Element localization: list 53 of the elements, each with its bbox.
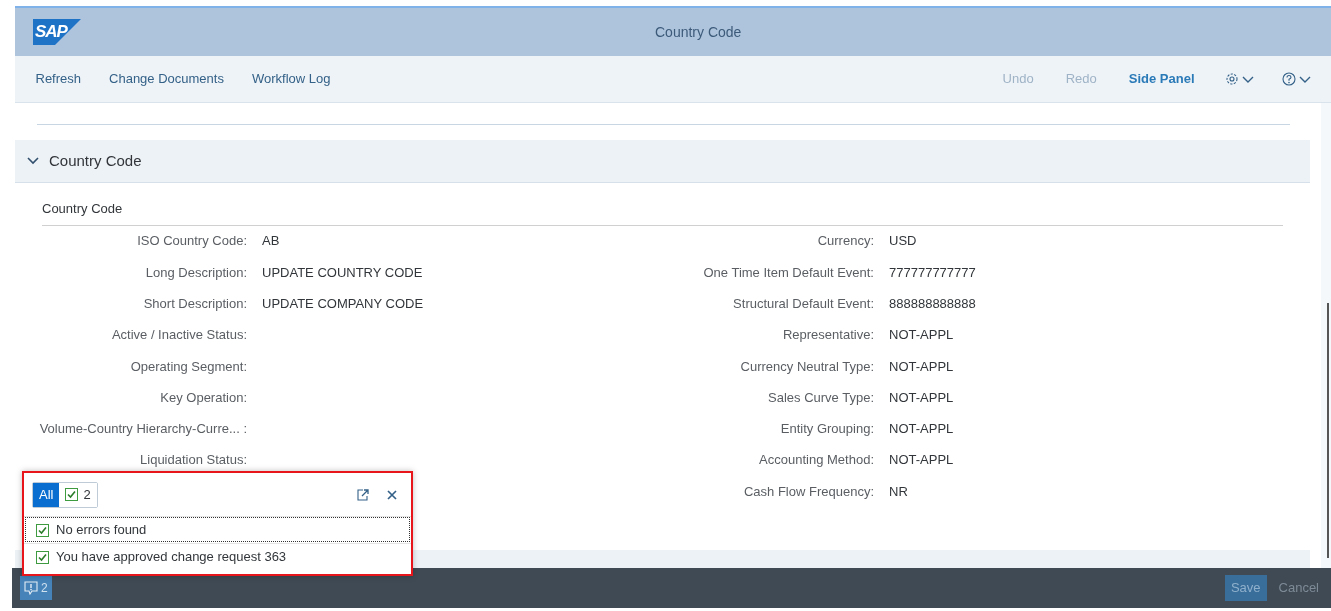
close-icon — [386, 489, 398, 502]
field-label: Volume-Country Hierarchy-Curre... : — [38, 420, 248, 439]
section-toggle[interactable]: Country Code — [27, 149, 142, 173]
field-label: ISO Country Code: — [136, 232, 248, 251]
field-label: Cash Flow Frequency: — [742, 482, 875, 501]
sap-logo: SAP — [33, 19, 81, 45]
field-label: Sales Curve Type: — [767, 388, 875, 407]
field-value: NOT-APPL — [889, 357, 954, 376]
toolbar-button[interactable]: Side Panel — [1112, 65, 1211, 93]
shell-title: Country Code — [655, 22, 742, 42]
message-item[interactable]: You have approved change request 363 — [24, 543, 411, 570]
message-item[interactable]: No errors found — [24, 516, 411, 543]
field-value: UPDATE COUNTRY CODE — [262, 263, 423, 282]
chevron-down-icon — [27, 156, 39, 166]
field-label: Currency: — [816, 232, 875, 251]
toolbar-button[interactable]: Refresh — [21, 65, 96, 93]
field-label: Accounting Method: — [758, 451, 875, 470]
field-value: NOT-APPL — [889, 451, 954, 470]
success-check-icon — [36, 550, 49, 564]
field-value: UPDATE COMPANY CODE — [262, 295, 424, 313]
field-label: Short Description: — [142, 295, 248, 313]
field-label: Active / Inactive Status: — [110, 326, 248, 345]
field-label: Operating Segment: — [129, 357, 248, 376]
toolbar-button[interactable]: Change Documents — [95, 65, 238, 93]
field-value: USD — [889, 232, 917, 251]
field-value: NOT-APPL — [889, 420, 954, 439]
filter-button[interactable]: All — [33, 482, 60, 507]
field-label: Liquidation Status: — [139, 451, 248, 470]
success-check-icon — [65, 488, 79, 501]
field-value: NR — [889, 482, 908, 501]
field-value: NOT-APPL — [889, 388, 954, 407]
field-label: Entity Grouping: — [779, 420, 875, 439]
field-value: 888888888888 — [889, 295, 976, 313]
form-title: Country Code — [42, 200, 123, 218]
success-check-icon — [36, 523, 49, 537]
scrollbar-thumb[interactable] — [1327, 303, 1329, 558]
field-label: Structural Default Event: — [732, 295, 875, 313]
field-value: NOT-APPL — [889, 326, 954, 345]
external-link-icon — [355, 488, 370, 503]
chevron-down-icon — [1298, 74, 1311, 84]
field-label: Representative: — [781, 326, 875, 345]
field-value: 777777777777 — [889, 263, 976, 282]
settings-icon — [1224, 72, 1239, 86]
field-value: AB — [262, 232, 280, 251]
chevron-down-icon — [1241, 74, 1254, 84]
toolbar-button[interactable]: Workflow Log — [237, 65, 345, 93]
message-icon — [24, 581, 38, 595]
field-label: Key Operation: — [159, 388, 248, 407]
field-label: Currency Neutral Type: — [739, 357, 875, 376]
scrollbar[interactable] — [1321, 103, 1331, 568]
field-label: One Time Item Default Event: — [702, 263, 875, 282]
field-label: Long Description: — [144, 263, 248, 282]
help-icon — [1281, 72, 1296, 86]
